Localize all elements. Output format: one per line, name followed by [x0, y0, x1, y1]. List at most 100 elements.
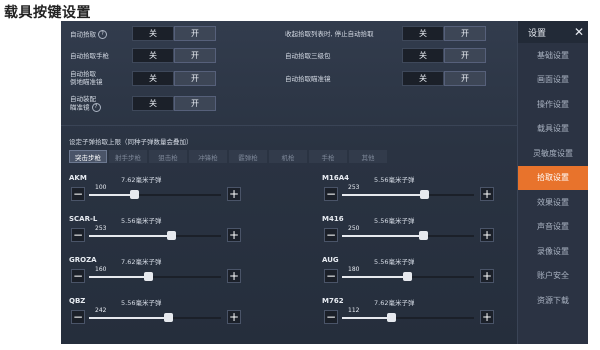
weapon-limit-row: SCAR-L 5.56毫米子弹 253 − + [69, 215, 244, 255]
sidebar-item[interactable]: 载具设置 [518, 117, 588, 142]
help-icon[interactable]: ? [91, 103, 101, 112]
ammo-limit-slider[interactable] [89, 231, 221, 240]
ammo-limit-slider[interactable] [89, 313, 221, 322]
toggle-on-button[interactable]: 开 [444, 48, 486, 63]
ammo-limit-slider[interactable] [342, 231, 474, 240]
toggle-off-button[interactable]: 关 [402, 26, 444, 41]
slider-handle[interactable] [402, 272, 412, 281]
slider-handle[interactable] [418, 231, 428, 240]
ammo-type: 7.62毫米子弹 [121, 258, 162, 266]
weapon-type-tab[interactable]: 手枪 [309, 150, 347, 163]
toggle-on-button[interactable]: 开 [174, 26, 216, 41]
toggle-on-button[interactable]: 开 [174, 71, 216, 86]
toggle-off-button[interactable]: 关 [402, 71, 444, 86]
weapon-type-tab[interactable]: 机枪 [269, 150, 307, 163]
sidebar-header: 设置 ✕ [518, 21, 588, 43]
minus-button[interactable]: − [324, 269, 338, 283]
weapon-type-tab[interactable]: 射手步枪 [109, 150, 147, 163]
close-icon[interactable]: ✕ [574, 25, 584, 39]
toggle-on-button[interactable]: 开 [174, 96, 216, 111]
auto-pickup-label: 自动拾取? [70, 30, 107, 39]
sidebar-item[interactable]: 灵敏度设置 [518, 141, 588, 166]
auto-pickup-toggle[interactable]: 关 开 [132, 26, 216, 41]
ammo-type: 5.56毫米子弹 [121, 299, 162, 307]
stop-auto-pickup-toggle[interactable]: 关 开 [402, 26, 486, 41]
toggle-on-button[interactable]: 开 [444, 71, 486, 86]
auto-pickup-pistol-toggle[interactable]: 关 开 [132, 48, 216, 63]
minus-button[interactable]: − [324, 228, 338, 242]
weapon-type-tab[interactable]: 狙击枪 [149, 150, 187, 163]
ammo-type: 5.56毫米子弹 [374, 217, 415, 225]
toggle-off-button[interactable]: 关 [132, 26, 174, 41]
sidebar-item[interactable]: 效果设置 [518, 190, 588, 215]
ammo-limit-slider[interactable] [89, 190, 221, 199]
toggle-off-button[interactable]: 关 [402, 48, 444, 63]
weapon-type-tab[interactable]: 突击步枪 [69, 150, 107, 163]
plus-button[interactable]: + [227, 310, 241, 324]
slider-handle[interactable] [419, 190, 429, 199]
weapon-type-tab[interactable]: 其他 [349, 150, 387, 163]
minus-button[interactable]: − [324, 187, 338, 201]
auto-pickup-text: 自动拾取 [70, 30, 96, 39]
toggle-on-button[interactable]: 开 [444, 26, 486, 41]
weapon-name: M16A4 [322, 174, 349, 182]
ammo-limit-slider[interactable] [342, 190, 474, 199]
ammo-limit-slider[interactable] [89, 272, 221, 281]
ammo-type: 5.56毫米子弹 [374, 176, 415, 184]
auto-pickup-scope-toggle[interactable]: 关 开 [132, 71, 216, 86]
toggle-off-button[interactable]: 关 [132, 96, 174, 111]
help-icon[interactable]: ? [98, 30, 107, 39]
weapon-limit-row: AKM 7.62毫米子弹 100 − + [69, 174, 244, 214]
minus-button[interactable]: − [71, 310, 85, 324]
slider-handle[interactable] [144, 272, 154, 281]
weapon-type-tabs: 突击步枪 射手步枪 狙击枪 冲锋枪 霰弹枪 机枪 手枪 其他 [69, 150, 387, 163]
ammo-limit-value: 250 [348, 225, 360, 232]
weapon-limit-row: QBZ 5.56毫米子弹 242 − + [69, 297, 244, 337]
sidebar-menu: 基础设置 画面设置 操作设置 载具设置 灵敏度设置 拾取设置 效果设置 声音设置 录像设置 账户安… [518, 43, 588, 313]
stop-auto-pickup-label: 收起拾取列表时, 停止自动拾取 [285, 30, 374, 38]
auto-pickup-level3-bag-toggle[interactable]: 关 开 [402, 48, 486, 63]
ammo-limit-slider[interactable] [342, 313, 474, 322]
minus-button[interactable]: − [71, 228, 85, 242]
plus-button[interactable]: + [480, 228, 494, 242]
slider-handle[interactable] [386, 313, 396, 322]
plus-button[interactable]: + [480, 187, 494, 201]
slider-handle[interactable] [166, 231, 176, 240]
sidebar-item[interactable]: 录像设置 [518, 239, 588, 264]
sidebar-item[interactable]: 拾取设置 [518, 165, 588, 190]
auto-equip-scope-label: 自动装配 瞄准镜? [70, 95, 101, 112]
slider-handle[interactable] [129, 190, 139, 199]
sidebar-item[interactable]: 基础设置 [518, 43, 588, 68]
plus-button[interactable]: + [480, 269, 494, 283]
slider-fill [342, 317, 391, 319]
plus-button[interactable]: + [227, 269, 241, 283]
ammo-limit-slider[interactable] [342, 272, 474, 281]
sidebar-item[interactable]: 声音设置 [518, 215, 588, 240]
slider-handle[interactable] [164, 313, 174, 322]
weapon-type-tab[interactable]: 霰弹枪 [229, 150, 267, 163]
minus-button[interactable]: − [324, 310, 338, 324]
auto-equip-scope-toggle[interactable]: 关 开 [132, 96, 216, 111]
ammo-type: 7.62毫米子弹 [374, 299, 415, 307]
sidebar-item[interactable]: 操作设置 [518, 92, 588, 117]
sidebar-item[interactable]: 资源下载 [518, 288, 588, 313]
ammo-limit-value: 112 [348, 307, 360, 314]
minus-button[interactable]: − [71, 187, 85, 201]
plus-button[interactable]: + [227, 228, 241, 242]
weapon-name: SCAR-L [69, 215, 98, 223]
toggle-on-button[interactable]: 开 [174, 48, 216, 63]
toggle-off-button[interactable]: 关 [132, 71, 174, 86]
ammo-type: 5.56毫米子弹 [374, 258, 415, 266]
weapon-limit-row: M16A4 5.56毫米子弹 253 − + [322, 174, 497, 214]
weapon-type-tab[interactable]: 冲锋枪 [189, 150, 227, 163]
section-divider [61, 125, 517, 126]
ammo-limit-title: 设定子弹拾取上限（同种子弹数量会叠加） [69, 138, 193, 146]
sidebar-item[interactable]: 画面设置 [518, 68, 588, 93]
plus-button[interactable]: + [227, 187, 241, 201]
toggle-off-button[interactable]: 关 [132, 48, 174, 63]
auto-pickup-scope-right-toggle[interactable]: 关 开 [402, 71, 486, 86]
minus-button[interactable]: − [71, 269, 85, 283]
ammo-type: 7.62毫米子弹 [121, 176, 162, 184]
sidebar-item[interactable]: 账户安全 [518, 264, 588, 289]
plus-button[interactable]: + [480, 310, 494, 324]
